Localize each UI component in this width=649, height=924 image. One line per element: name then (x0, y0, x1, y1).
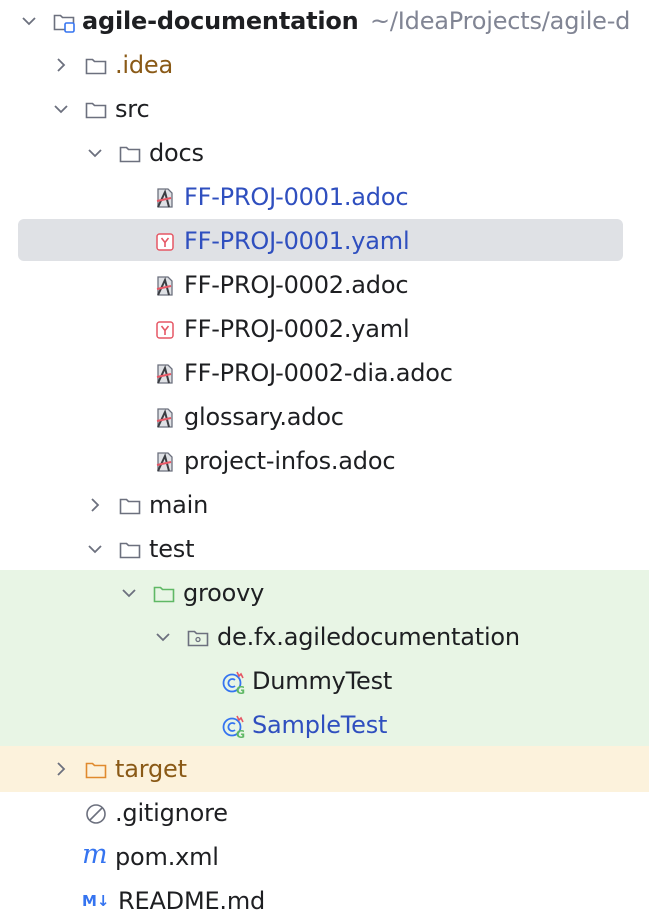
docs-label: docs (149, 139, 204, 167)
groovy-test-class-icon: G (221, 670, 245, 696)
folder-icon (118, 538, 142, 562)
tree-node-file[interactable]: FF-PROJ-0001.adoc (0, 176, 649, 220)
file-label: glossary.adoc (184, 403, 344, 431)
class-label: SampleTest (252, 711, 388, 739)
file-label: FF-PROJ-0002.yaml (184, 315, 410, 343)
yaml-file-icon (153, 318, 177, 342)
chevron-down-icon[interactable] (85, 539, 105, 559)
file-label: pom.xml (115, 843, 219, 871)
tree-node-test[interactable]: test (0, 528, 649, 572)
file-label: FF-PROJ-0001.adoc (184, 183, 409, 211)
module-folder-icon (52, 10, 76, 34)
target-label: target (115, 755, 187, 783)
tree-node-file[interactable]: FF-PROJ-0002-dia.adoc (0, 352, 649, 396)
tree-node-root[interactable]: agile-documentation ~/IdeaProjects/agile… (0, 0, 649, 44)
file-label: FF-PROJ-0002.adoc (184, 271, 409, 299)
folder-icon (84, 54, 108, 78)
package-label: de.fx.agiledocumentation (217, 623, 520, 651)
tree-node-src[interactable]: src (0, 88, 649, 132)
asciidoc-file-icon (153, 186, 177, 210)
test-sources-folder-icon (152, 582, 176, 606)
project-tree: agile-documentation ~/IdeaProjects/agile… (0, 0, 649, 915)
asciidoc-file-icon (153, 274, 177, 298)
tree-node-package[interactable]: de.fx.agiledocumentation (0, 616, 649, 660)
test-label: test (149, 535, 195, 563)
tree-node-main[interactable]: main (0, 484, 649, 528)
chevron-right-icon[interactable] (51, 759, 71, 779)
asciidoc-file-icon (153, 362, 177, 386)
excluded-folder-icon (84, 758, 108, 782)
maven-pom-icon: m (82, 839, 108, 870)
tree-node-target[interactable]: target (0, 748, 649, 792)
chevron-down-icon[interactable] (51, 99, 71, 119)
main-label: main (149, 491, 209, 519)
asciidoc-file-icon (153, 450, 177, 474)
root-label: agile-documentation (82, 7, 359, 35)
folder-icon (118, 142, 142, 166)
idea-label: .idea (115, 51, 174, 79)
groovy-label: groovy (183, 579, 265, 607)
src-label: src (115, 95, 150, 123)
tree-node-file[interactable]: .gitignore (0, 792, 649, 836)
chevron-down-icon[interactable] (85, 143, 105, 163)
file-label: .gitignore (115, 799, 228, 827)
file-label: FF-PROJ-0002-dia.adoc (184, 359, 453, 387)
tree-node-class[interactable]: G DummyTest (0, 660, 649, 704)
tree-node-file[interactable]: project-infos.adoc (0, 440, 649, 484)
tree-node-file[interactable]: glossary.adoc (0, 396, 649, 440)
chevron-down-icon[interactable] (119, 583, 139, 603)
tree-node-file-selected[interactable]: FF-PROJ-0001.yaml (0, 220, 649, 264)
root-path: ~/IdeaProjects/agile-d (370, 7, 631, 35)
chevron-right-icon[interactable] (51, 55, 71, 75)
chevron-right-icon[interactable] (85, 495, 105, 515)
asciidoc-file-icon (153, 406, 177, 430)
file-label: FF-PROJ-0001.yaml (184, 227, 410, 255)
tree-node-file[interactable]: FF-PROJ-0002.yaml (0, 308, 649, 352)
package-icon (186, 626, 210, 650)
groovy-test-class-icon: G (221, 714, 245, 740)
tree-node-class[interactable]: G SampleTest (0, 704, 649, 748)
svg-text:G: G (236, 684, 245, 696)
class-label: DummyTest (252, 667, 393, 695)
folder-icon (84, 98, 108, 122)
markdown-file-icon: M↓ (82, 892, 110, 910)
tree-node-docs[interactable]: docs (0, 132, 649, 176)
yaml-file-icon (153, 230, 177, 254)
folder-icon (118, 494, 142, 518)
file-label: project-infos.adoc (184, 447, 396, 475)
chevron-down-icon[interactable] (19, 11, 39, 31)
tree-node-idea[interactable]: .idea (0, 44, 649, 88)
chevron-down-icon[interactable] (153, 627, 173, 647)
tree-node-file[interactable]: FF-PROJ-0002.adoc (0, 264, 649, 308)
tree-node-file[interactable]: m pom.xml (0, 836, 649, 880)
tree-node-groovy[interactable]: groovy (0, 572, 649, 616)
svg-text:G: G (236, 728, 245, 740)
ignore-file-icon (84, 802, 108, 826)
tree-node-file[interactable]: M↓ README.md (0, 880, 649, 924)
